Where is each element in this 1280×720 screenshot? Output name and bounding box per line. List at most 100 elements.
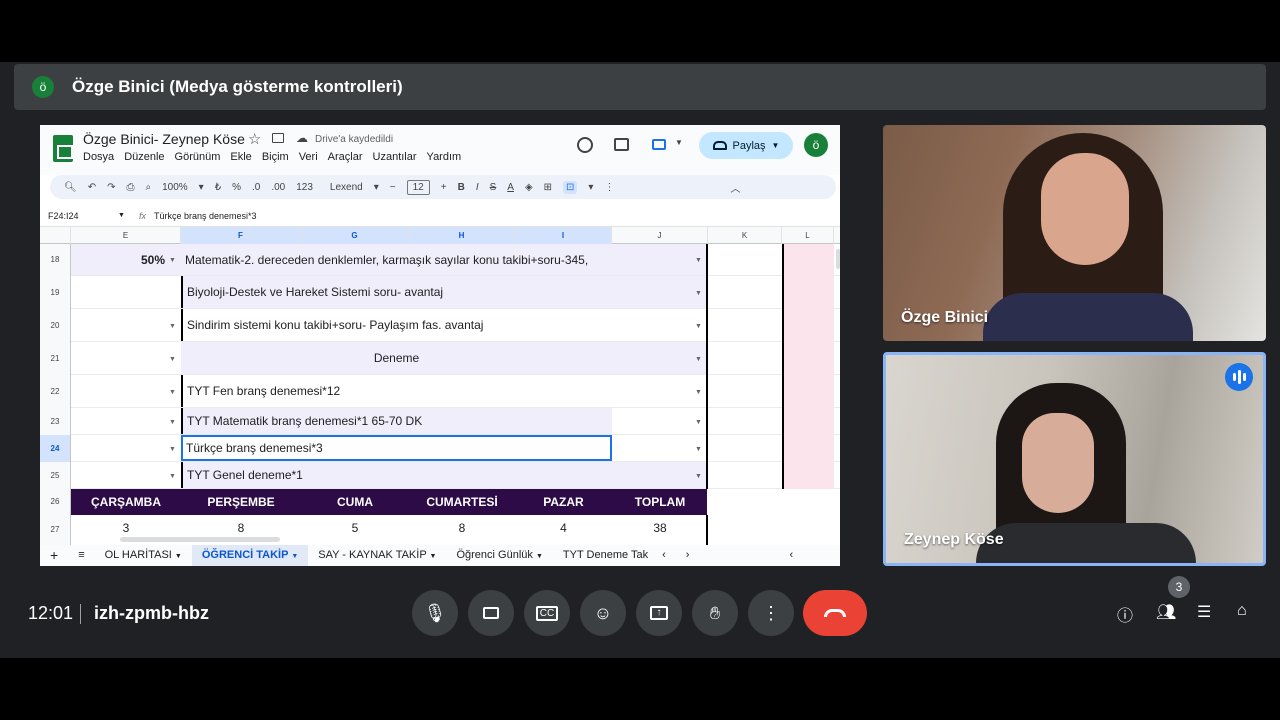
font-select[interactable]: Lexend: [330, 182, 363, 193]
chevron-down-icon[interactable]: ▾: [374, 182, 379, 193]
day-header-cell[interactable]: ÇARŞAMBA: [71, 489, 181, 515]
progress-cell[interactable]: [71, 276, 181, 308]
comment-icon[interactable]: [614, 138, 629, 151]
meeting-code[interactable]: izh-zpmb-hbz: [94, 603, 209, 624]
history-icon[interactable]: [577, 137, 593, 153]
column-header-e[interactable]: E: [71, 227, 181, 244]
sheets-logo-icon[interactable]: [53, 135, 73, 162]
progress-cell[interactable]: [71, 408, 181, 434]
italic-button[interactable]: I: [476, 182, 479, 193]
leave-call-button[interactable]: [803, 590, 867, 636]
cell-grid[interactable]: E F G H I J K L 18 50% ▼ Matematik-2. de…: [40, 227, 840, 545]
chevron-down-icon[interactable]: ▼: [169, 257, 176, 264]
chevron-down-icon[interactable]: ▼: [695, 389, 702, 396]
selected-task-cell[interactable]: Türkçe branş denemesi*3: [181, 435, 612, 461]
row-header[interactable]: 24: [40, 435, 71, 462]
chevron-left-icon[interactable]: ‹: [652, 545, 676, 566]
task-cell[interactable]: TYT Fen branş denemesi*12: [181, 375, 612, 407]
participant-tile-active-speaker[interactable]: Zeynep Köse: [883, 352, 1266, 566]
chevron-down-icon[interactable]: ▾: [199, 182, 204, 193]
reactions-button[interactable]: ☺: [580, 590, 626, 636]
chevron-down-icon[interactable]: ▼: [695, 473, 702, 480]
strikethrough-button[interactable]: S: [490, 182, 497, 193]
day-header-cell[interactable]: PAZAR: [515, 489, 612, 515]
chevron-down-icon[interactable]: ▼: [169, 473, 176, 480]
chevron-down-icon[interactable]: ▼: [118, 212, 125, 219]
currency-button[interactable]: ₺: [215, 182, 221, 193]
camera-button[interactable]: [468, 590, 514, 636]
column-header-g[interactable]: G: [301, 227, 409, 244]
percent-button[interactable]: %: [232, 182, 241, 193]
chevron-down-icon[interactable]: ▼: [695, 323, 702, 330]
increase-decimal-button[interactable]: .00: [271, 182, 285, 193]
column-header-f[interactable]: F: [181, 227, 301, 244]
participant-tile[interactable]: Özge Binici: [883, 125, 1266, 341]
microphone-button[interactable]: 🎙︎: [412, 590, 458, 636]
all-sheets-icon[interactable]: ≡: [68, 545, 94, 566]
vertical-scrollbar[interactable]: [836, 249, 840, 269]
row-header[interactable]: 22: [40, 375, 71, 408]
zoom-select[interactable]: 100%: [162, 182, 188, 193]
day-header-cell[interactable]: CUMARTESİ: [409, 489, 515, 515]
chevron-down-icon[interactable]: ▼: [695, 257, 702, 264]
collapse-toolbar-icon[interactable]: ︿: [730, 180, 740, 195]
chevron-down-icon[interactable]: ▼: [695, 419, 702, 426]
menu-data[interactable]: Veri: [299, 151, 318, 163]
collapse-panel-icon[interactable]: ‹: [779, 545, 803, 566]
star-icon[interactable]: ☆: [248, 130, 261, 148]
menu-view[interactable]: Görünüm: [175, 151, 221, 163]
add-sheet-icon[interactable]: +: [40, 545, 68, 566]
sheet-tab-active[interactable]: ÖĞRENCİ TAKİP ▼: [191, 545, 309, 566]
sheet-tab[interactable]: SAY - KAYNAK TAKİP ▼: [308, 545, 446, 566]
progress-cell[interactable]: 50%: [71, 244, 181, 275]
present-button[interactable]: ↑: [636, 590, 682, 636]
menu-extensions[interactable]: Uzantılar: [373, 151, 417, 163]
column-header-i[interactable]: I: [515, 227, 612, 244]
menu-help[interactable]: Yardım: [427, 151, 462, 163]
font-size-decrease-icon[interactable]: −: [390, 182, 396, 193]
fill-color-icon[interactable]: ◈: [525, 182, 533, 193]
row-header[interactable]: 18: [40, 244, 71, 276]
status-cell[interactable]: [612, 342, 708, 374]
day-header-cell[interactable]: TOPLAM: [612, 489, 708, 515]
row-header[interactable]: 27: [40, 515, 71, 545]
column-header-l[interactable]: L: [782, 227, 834, 244]
chevron-down-icon[interactable]: ▼: [169, 356, 176, 363]
search-icon[interactable]: 🔍︎: [64, 182, 77, 193]
chevron-down-icon[interactable]: ▼: [695, 290, 702, 297]
progress-cell[interactable]: [71, 435, 181, 461]
menu-format[interactable]: Biçim: [262, 151, 289, 163]
captions-button[interactable]: CC: [524, 590, 570, 636]
section-title-cell[interactable]: Deneme: [181, 342, 612, 374]
row-header[interactable]: 26: [40, 489, 71, 515]
sheet-tab[interactable]: OL HARİTASI ▼: [95, 545, 192, 566]
progress-cell[interactable]: [71, 309, 181, 341]
merge-cells-icon[interactable]: ⊡: [563, 180, 578, 194]
paint-format-icon[interactable]: ⌕: [145, 182, 151, 193]
task-cell[interactable]: Biyoloji-Destek ve Hareket Sistemi soru-…: [181, 276, 612, 308]
menu-tools[interactable]: Araçlar: [328, 151, 363, 163]
chevron-down-icon[interactable]: ▼: [169, 446, 176, 453]
presenter-title[interactable]: Özge Binici (Medya gösterme kontrolleri): [72, 77, 403, 97]
number-format-button[interactable]: 123: [296, 182, 313, 193]
undo-icon[interactable]: ↶: [88, 182, 96, 193]
meet-camera-icon[interactable]: [652, 139, 666, 150]
horizontal-scrollbar[interactable]: [120, 537, 280, 542]
task-cell[interactable]: Sindirim sistemi konu takibi+soru- Payla…: [181, 309, 612, 341]
status-cell[interactable]: [612, 244, 708, 275]
day-header-cell[interactable]: CUMA: [301, 489, 409, 515]
row-header[interactable]: 21: [40, 342, 71, 375]
font-size-input[interactable]: 12: [406, 179, 430, 195]
progress-cell[interactable]: [71, 375, 181, 407]
day-header-cell[interactable]: PERŞEMBE: [181, 489, 301, 515]
row-header[interactable]: 23: [40, 408, 71, 435]
chevron-down-icon[interactable]: ▼: [695, 446, 702, 453]
corner-cell[interactable]: [40, 227, 71, 244]
status-cell[interactable]: [612, 462, 708, 488]
menu-insert[interactable]: Ekle: [230, 151, 251, 163]
account-avatar[interactable]: ö: [804, 133, 828, 157]
column-header-k[interactable]: K: [708, 227, 782, 244]
formula-input[interactable]: Türkçe branş denemesi*3: [154, 211, 257, 221]
progress-cell[interactable]: [71, 342, 181, 374]
menu-edit[interactable]: Düzenle: [124, 151, 164, 163]
